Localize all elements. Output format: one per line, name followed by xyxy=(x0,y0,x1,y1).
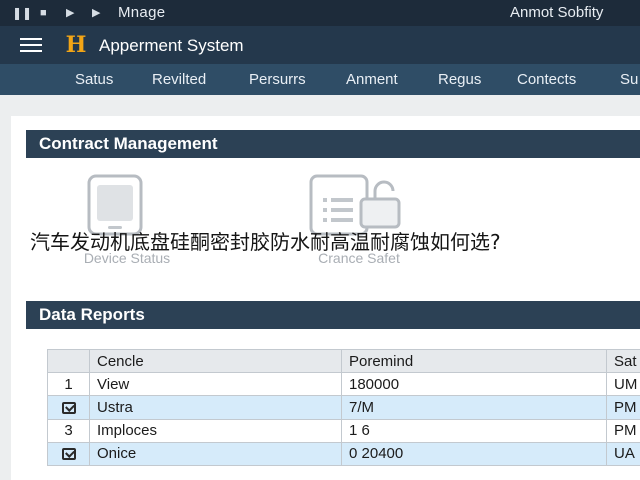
tab-persurrs[interactable]: Persurrs xyxy=(249,71,306,89)
column-header-poremind[interactable]: Poremind xyxy=(341,349,607,373)
tab-contects[interactable]: Contects xyxy=(517,71,576,89)
app-logo: H xyxy=(65,32,87,58)
overlay-caption: 汽车发动机底盘硅酮密封胶防水耐高温耐腐蚀如何选? xyxy=(30,230,501,254)
row-checkbox-cell[interactable] xyxy=(47,441,90,467)
contract-management-header: Contract Management xyxy=(26,130,640,158)
column-header-cencle[interactable]: Cencle xyxy=(89,349,342,373)
data-reports-table: Cencle Poremind Sat 1 View 180000 UM Ust… xyxy=(47,349,640,467)
main-nav: Satus Revilted Persurrs Anment Regus Con… xyxy=(0,64,640,95)
row-name: View xyxy=(89,371,342,397)
table-row[interactable]: Onice 0 20400 UA xyxy=(47,441,640,467)
table-row[interactable]: Ustra 7/M PM xyxy=(47,395,640,420)
table-header-row: Cencle Poremind Sat xyxy=(47,349,640,373)
table-row[interactable]: 1 View 180000 UM xyxy=(47,371,640,397)
app-header: H Apperment System xyxy=(0,26,640,64)
tab-satus[interactable]: Satus xyxy=(75,71,113,89)
row-status: PM xyxy=(606,395,640,420)
row-index: 1 xyxy=(47,371,90,397)
row-status: UM xyxy=(606,371,640,397)
tab-regus[interactable]: Regus xyxy=(438,71,481,89)
document-lock-icon xyxy=(309,174,401,236)
column-header-sat[interactable]: Sat xyxy=(606,349,640,373)
table-row[interactable]: 3 Imploces 1 6 PM xyxy=(47,418,640,443)
tab-revilted[interactable]: Revilted xyxy=(152,71,206,89)
data-reports-header: Data Reports xyxy=(26,301,640,329)
row-value: 180000 xyxy=(341,371,607,397)
phone-icon xyxy=(87,174,143,236)
row-value: 7/M xyxy=(341,395,607,420)
row-name: Ustra xyxy=(89,395,342,420)
window-titlebar: ❚❚ ■ ▶ ▶ Mnage Anmot Sobfity xyxy=(0,0,640,26)
tab-anment[interactable]: Anment xyxy=(346,71,398,89)
stop-icon[interactable]: ■ xyxy=(40,6,47,20)
row-checkbox-cell[interactable] xyxy=(47,395,90,420)
row-status: UA xyxy=(606,441,640,467)
row-name: Imploces xyxy=(89,418,342,443)
user-name[interactable]: Anmot Sobfity xyxy=(510,4,640,22)
step-forward-icon[interactable]: ▶ xyxy=(92,6,100,20)
row-value: 1 6 xyxy=(341,418,607,443)
pause-icon[interactable]: ❚❚ xyxy=(12,6,32,20)
menu-icon[interactable] xyxy=(20,38,42,52)
column-header-index xyxy=(47,349,90,373)
checkbox-checked-icon[interactable] xyxy=(61,401,76,414)
row-name: Onice xyxy=(89,441,342,467)
row-value: 0 20400 xyxy=(341,441,607,467)
play-icon[interactable]: ▶ xyxy=(66,6,74,20)
window-title: Mnage xyxy=(118,4,166,21)
checkbox-checked-icon[interactable] xyxy=(61,448,76,461)
row-status: PM xyxy=(606,418,640,443)
row-index: 3 xyxy=(47,418,90,443)
tab-su[interactable]: Su xyxy=(620,71,638,89)
app-title: Apperment System xyxy=(99,36,244,55)
